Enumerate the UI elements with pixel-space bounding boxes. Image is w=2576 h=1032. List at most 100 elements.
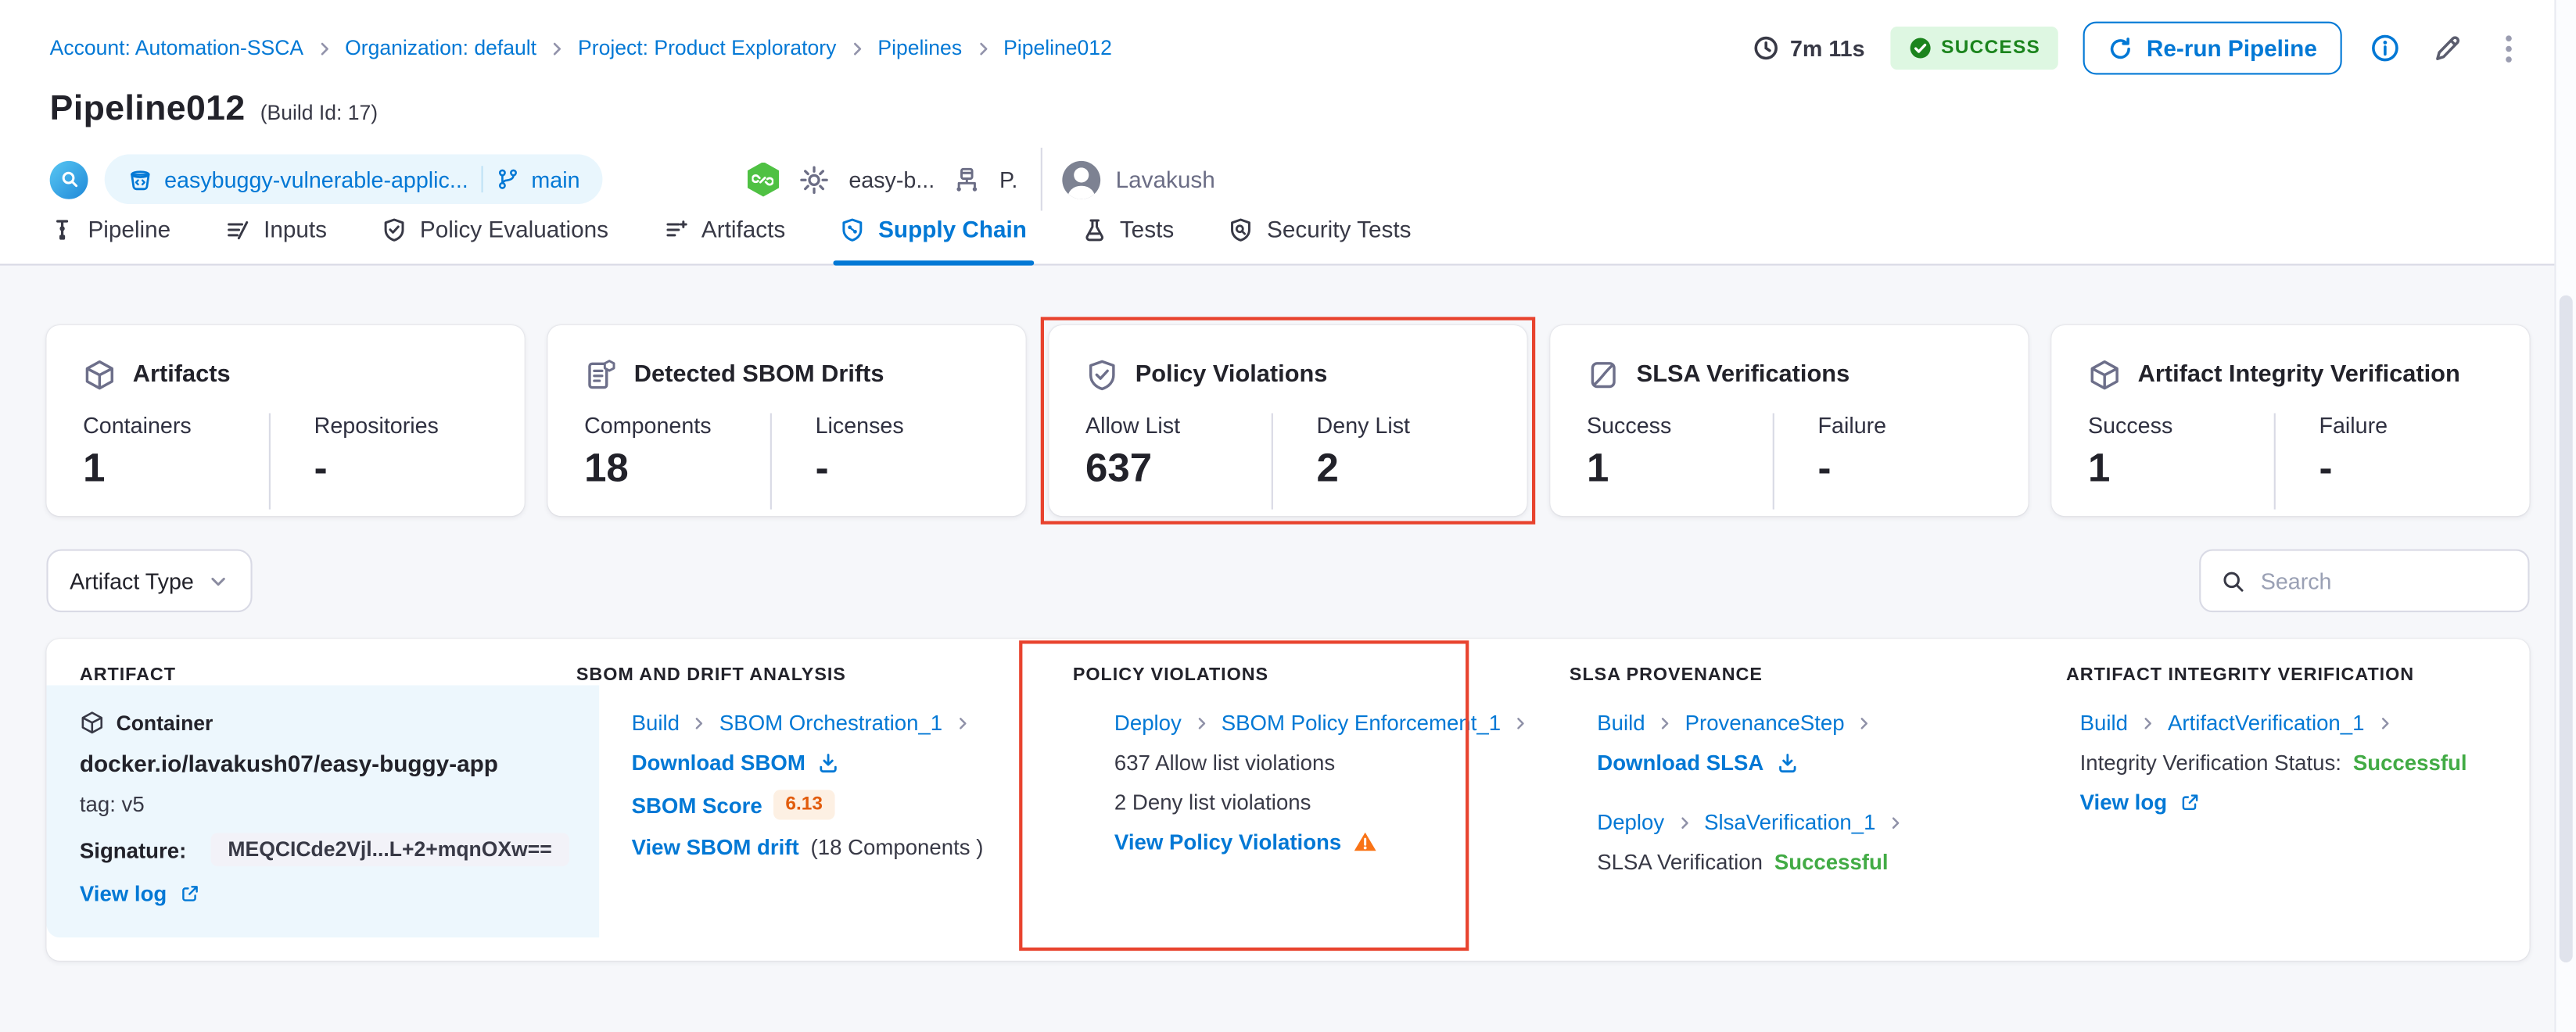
- chevron-separator-icon: [315, 39, 333, 57]
- pipeline-icon: [50, 217, 75, 242]
- info-icon[interactable]: [2367, 30, 2404, 66]
- breadcrumb-pipelines[interactable]: Pipelines: [877, 37, 962, 60]
- view-log-link[interactable]: View log: [80, 881, 167, 906]
- rerun-icon: [2108, 36, 2133, 61]
- scrollbar-thumb[interactable]: [2559, 296, 2572, 962]
- chevron-separator-icon: [2376, 715, 2392, 731]
- view-policy-violations-link[interactable]: View Policy Violations: [1114, 830, 1341, 855]
- cell-artifact-integrity: Build ArtifactVerification_1 Integrity V…: [2047, 686, 2529, 938]
- cell-policy-violations: Deploy SBOM Policy Enforcement_1 637 All…: [1081, 686, 1563, 938]
- slsa-step2-link[interactable]: SlsaVerification_1: [1704, 810, 1875, 835]
- policy-stage-link[interactable]: Deploy: [1114, 710, 1182, 735]
- column-header-policy: POLICY VIOLATIONS: [1039, 639, 1536, 685]
- tab-inputs[interactable]: Inputs: [225, 216, 327, 264]
- download-slsa-link[interactable]: Download SLSA: [1597, 750, 1763, 775]
- container-cube-icon: [80, 710, 105, 735]
- chevron-down-icon: [207, 570, 229, 592]
- stat-label: Allow List: [1085, 413, 1272, 438]
- stat-value: -: [314, 450, 488, 489]
- column-header-integrity: ARTIFACT INTEGRITY VERIFICATION: [2033, 639, 2530, 685]
- download-sbom-link[interactable]: Download SBOM: [632, 750, 805, 775]
- duration-text: 7m 11s: [1790, 36, 1865, 61]
- external-link-icon: [178, 883, 200, 905]
- artifact-type-dropdown[interactable]: Artifact Type: [46, 550, 252, 613]
- tab-label: Pipeline: [88, 216, 170, 242]
- breadcrumb-organization[interactable]: Organization: default: [345, 37, 536, 60]
- allow-list-violations: 637 Allow list violations: [1114, 750, 1534, 775]
- chevron-separator-icon: [691, 715, 708, 731]
- branch-link[interactable]: main: [497, 167, 580, 192]
- slsa-step1-link[interactable]: ProvenanceStep: [1685, 710, 1845, 735]
- supply-chain-content: Artifacts Containers1 Repositories- Dete…: [0, 266, 2576, 961]
- integrity-status-value: Successful: [2353, 750, 2467, 775]
- card-sbom-drifts: Detected SBOM Drifts Components18 Licens…: [547, 325, 1025, 516]
- slsa-stage2-link[interactable]: Deploy: [1597, 810, 1664, 835]
- chevron-separator-icon: [1193, 715, 1210, 731]
- scrollbar[interactable]: [2554, 0, 2576, 1032]
- download-icon: [1775, 751, 1799, 774]
- breadcrumb-account[interactable]: Account: Automation-SSCA: [50, 37, 303, 60]
- chevron-separator-icon: [1657, 715, 1674, 731]
- tab-label: Supply Chain: [878, 216, 1027, 242]
- search-box: [2199, 550, 2529, 613]
- search-input[interactable]: [2261, 568, 2555, 593]
- slsa-stage1-link[interactable]: Build: [1597, 710, 1645, 735]
- rerun-pipeline-button[interactable]: Re-run Pipeline: [2083, 22, 2341, 75]
- security-shield-icon: [1229, 217, 1254, 242]
- meta-divider: [1041, 148, 1042, 211]
- tab-pipeline[interactable]: Pipeline: [50, 216, 171, 264]
- tab-tests[interactable]: Tests: [1082, 216, 1174, 264]
- kebab-menu-icon[interactable]: [2492, 29, 2527, 67]
- sbom-score-link[interactable]: SBOM Score: [632, 792, 762, 817]
- repository-icon: [127, 167, 152, 192]
- filter-row: Artifact Type: [46, 550, 2529, 613]
- gear-icon: [799, 163, 831, 195]
- integrity-status-label: Integrity Verification Status:: [2080, 750, 2341, 775]
- external-link-icon: [2179, 791, 2201, 813]
- breadcrumb: Account: Automation-SSCA Organization: d…: [50, 37, 1112, 60]
- header-actions: 7m 11s SUCCESS Re-run Pipeline: [1753, 22, 2526, 75]
- link-icon: [752, 168, 774, 190]
- edit-icon[interactable]: [2428, 29, 2467, 67]
- stat-value: 1: [1587, 450, 1773, 489]
- integrity-step-link[interactable]: ArtifactVerification_1: [2168, 710, 2365, 735]
- stat-value: -: [816, 450, 989, 489]
- chevron-separator-icon: [1512, 715, 1529, 731]
- inputs-icon: [225, 217, 250, 242]
- build-id: (Build Id: 17): [260, 101, 378, 124]
- policy-step-link[interactable]: SBOM Policy Enforcement_1: [1222, 710, 1501, 735]
- integrity-stage-link[interactable]: Build: [2080, 710, 2128, 735]
- repo-link[interactable]: easybuggy-vulnerable-applic...: [127, 167, 468, 192]
- stat-label: Success: [2088, 413, 2274, 438]
- warning-icon: [1353, 830, 1378, 855]
- package-icon: [83, 358, 116, 391]
- tab-artifacts[interactable]: Artifacts: [663, 216, 785, 264]
- card-artifacts: Artifacts Containers1 Repositories-: [46, 325, 524, 516]
- page-title: Pipeline012: [50, 90, 246, 130]
- breadcrumb-current-pipeline[interactable]: Pipeline012: [1003, 37, 1112, 60]
- chevron-separator-icon: [1856, 715, 1872, 731]
- search-icon: [2221, 568, 2246, 593]
- card-policy-violations: Policy Violations Allow List637 Deny Lis…: [1049, 325, 1527, 516]
- sbom-step-link[interactable]: SBOM Orchestration_1: [719, 710, 942, 735]
- clock-icon: [1753, 35, 1780, 62]
- tab-policy-evaluations[interactable]: Policy Evaluations: [382, 216, 608, 264]
- git-branch-icon: [497, 167, 520, 191]
- tab-supply-chain[interactable]: Supply Chain: [840, 216, 1027, 264]
- ci-success-icon: [746, 162, 781, 197]
- sbom-score-badge: 6.13: [774, 790, 834, 819]
- breadcrumb-project[interactable]: Project: Product Exploratory: [578, 37, 836, 60]
- artifact-tag: tag: v5: [80, 791, 569, 816]
- trigger-cluster: easy-b... P.: [746, 162, 1018, 197]
- check-circle-icon: [1908, 37, 1932, 60]
- execution-duration: 7m 11s: [1753, 35, 1864, 62]
- download-icon: [817, 751, 841, 774]
- tab-security-tests[interactable]: Security Tests: [1229, 216, 1411, 264]
- sbom-stage-link[interactable]: Build: [632, 710, 680, 735]
- tab-bar: Pipeline Inputs Policy Evaluations Artif…: [50, 216, 1412, 264]
- view-sbom-drift-link[interactable]: View SBOM drift: [632, 835, 799, 860]
- avatar: [1063, 160, 1101, 199]
- infra-name: P.: [999, 167, 1017, 192]
- stat-value: 18: [584, 450, 770, 489]
- view-log-link[interactable]: View log: [2080, 790, 2167, 815]
